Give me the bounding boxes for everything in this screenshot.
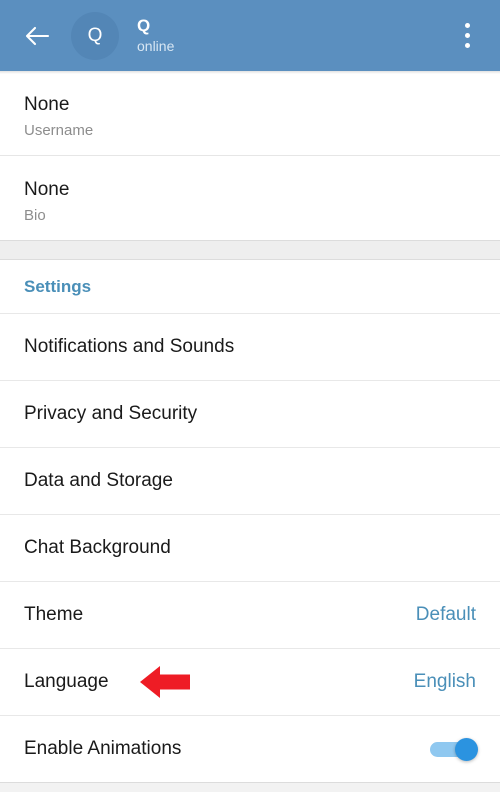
page-title: Q [137, 16, 151, 35]
settings-screen: Q Q online None Username None Bio Settin… [0, 0, 500, 800]
settings-row-label: Chat Background [24, 537, 171, 558]
overflow-menu-icon-dot [464, 23, 470, 28]
settings-row-data-storage[interactable]: Data and Storage [0, 447, 500, 514]
back-arrow-icon [24, 25, 50, 47]
settings-section-header: Settings [0, 260, 500, 313]
username-label: Username [24, 122, 94, 139]
app-header: Q Q online [0, 0, 500, 74]
settings-row-privacy[interactable]: Privacy and Security [0, 380, 500, 447]
overflow-menu-icon-dot [464, 33, 470, 38]
settings-row-label: Data and Storage [24, 470, 173, 491]
settings-row-theme[interactable]: Theme Default [0, 581, 500, 648]
settings-row-notifications[interactable]: Notifications and Sounds [0, 313, 500, 380]
toggle-thumb [455, 738, 478, 761]
overflow-menu-icon-dot [464, 43, 470, 48]
profile-row-bio[interactable]: None Bio [0, 155, 500, 240]
profile-block: None Username None Bio [0, 71, 500, 240]
settings-row-chat-background[interactable]: Chat Background [0, 514, 500, 581]
section-divider [0, 240, 500, 260]
profile-row-username[interactable]: None Username [0, 71, 500, 155]
bottom-filler [0, 783, 500, 792]
bio-value: None [24, 179, 70, 200]
settings-row-label: Privacy and Security [24, 403, 198, 424]
settings-row-label: Theme [24, 604, 84, 625]
avatar[interactable]: Q [71, 11, 119, 60]
settings-row-enable-animations[interactable]: Enable Animations [0, 715, 500, 782]
settings-section-title: Settings [24, 276, 92, 296]
settings-row-language[interactable]: Language English [0, 648, 500, 715]
username-value: None [24, 94, 70, 115]
avatar-initial: Q [87, 25, 103, 46]
settings-row-label: Enable Animations [24, 738, 182, 759]
enable-animations-toggle[interactable] [430, 738, 478, 761]
theme-value: Default [415, 604, 476, 625]
header-text-block: Q online [137, 16, 452, 55]
settings-row-label: Language [24, 671, 109, 692]
settings-list: Notifications and Sounds Privacy and Sec… [0, 313, 500, 782]
status-text: online [137, 38, 175, 54]
red-left-arrow-annotation-icon [138, 663, 192, 701]
language-value: English [413, 671, 476, 692]
settings-row-label: Notifications and Sounds [24, 336, 235, 357]
back-button[interactable] [20, 19, 54, 53]
overflow-menu-button[interactable] [452, 14, 482, 58]
bio-label: Bio [24, 207, 46, 224]
